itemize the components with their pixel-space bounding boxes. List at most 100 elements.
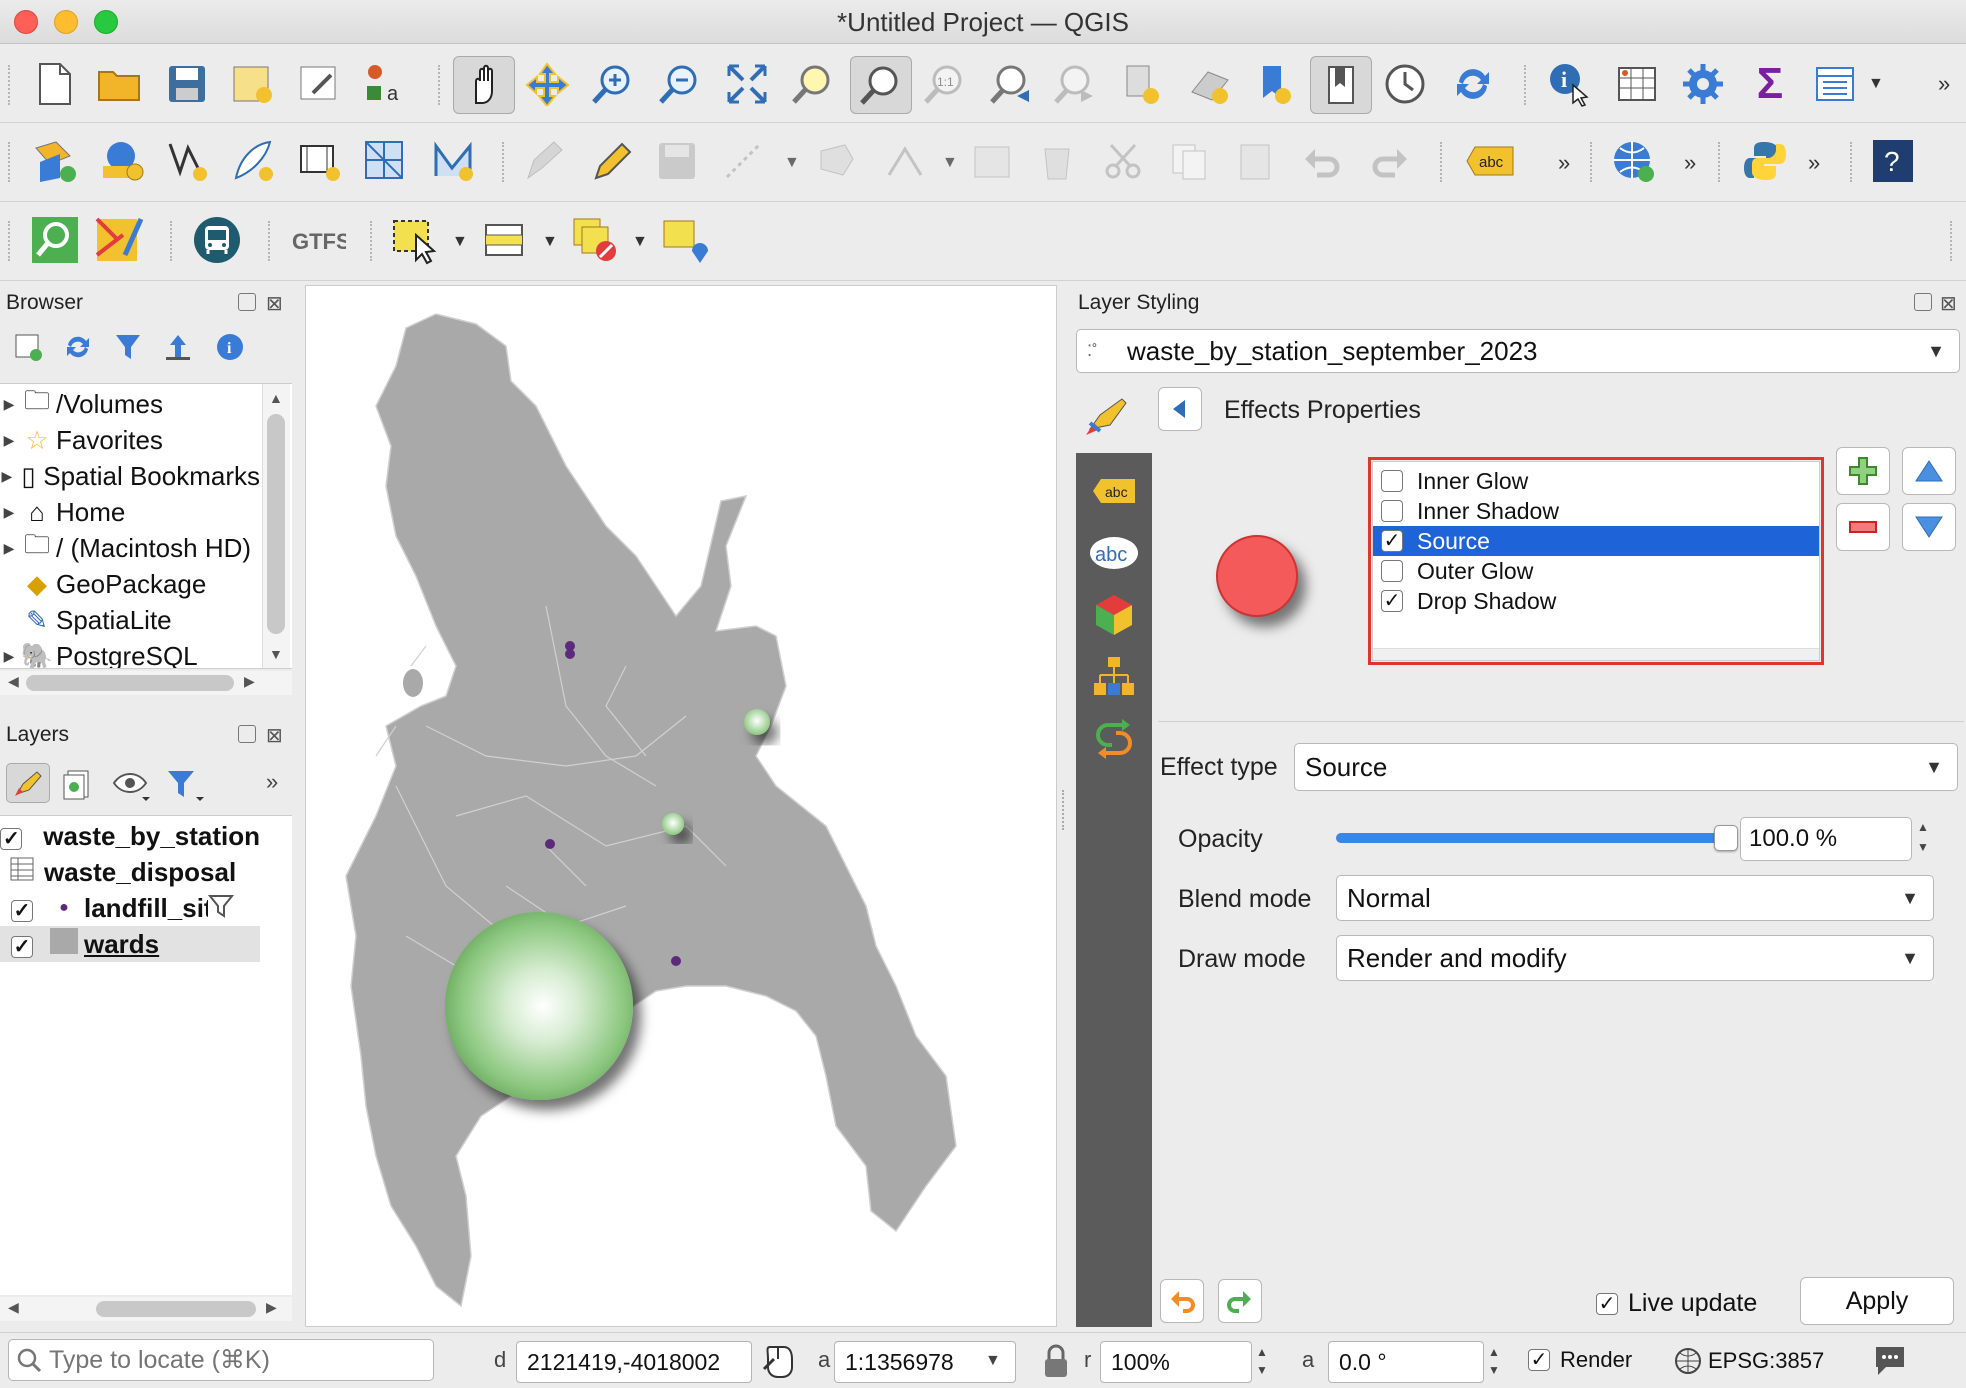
new-spatial-bookmark-icon[interactable] bbox=[1118, 59, 1168, 109]
toolbar-grip[interactable] bbox=[268, 221, 274, 261]
scroll-thumb[interactable] bbox=[26, 675, 234, 691]
layers-hscrollbar[interactable]: ◀ ▶ bbox=[0, 1297, 292, 1321]
render-toggle[interactable]: ✓ Render bbox=[1528, 1347, 1632, 1373]
scroll-thumb[interactable] bbox=[267, 414, 285, 634]
delete-selected-icon[interactable] bbox=[1032, 136, 1082, 186]
temporal-bookmark-icon[interactable] bbox=[1250, 59, 1300, 109]
back-button[interactable] bbox=[1158, 387, 1202, 431]
copy-features-icon[interactable] bbox=[1164, 136, 1214, 186]
locator-search-icon[interactable] bbox=[30, 215, 80, 265]
toolbar-grip[interactable] bbox=[1950, 221, 1956, 261]
deselect-all-icon[interactable] bbox=[570, 215, 620, 265]
render-checkbox[interactable]: ✓ bbox=[1528, 1349, 1550, 1371]
toolbar-overflow-icon[interactable]: » bbox=[1558, 150, 1570, 176]
filter-browser-icon[interactable] bbox=[112, 331, 144, 368]
close-panel-icon[interactable]: ⊠ bbox=[266, 291, 283, 316]
zoom-to-layer-icon[interactable] bbox=[850, 56, 912, 114]
zoom-to-selection-icon[interactable] bbox=[788, 59, 838, 109]
toolbar-overflow-icon[interactable]: » bbox=[1938, 71, 1950, 97]
digitize-line-icon[interactable] bbox=[718, 136, 768, 186]
layer-visibility-checkbox[interactable]: ✓ bbox=[11, 935, 33, 958]
rotation-field[interactable]: 0.0 ° bbox=[1328, 1341, 1484, 1383]
browser-item-spatialite[interactable]: ✎ SpatiaLite bbox=[0, 602, 260, 638]
float-panel-icon[interactable] bbox=[238, 725, 256, 743]
map-tips-icon[interactable] bbox=[1310, 56, 1372, 114]
effect-item-outer-glow[interactable]: Outer Glow bbox=[1373, 556, 1819, 586]
apply-button[interactable]: Apply bbox=[1800, 1277, 1954, 1325]
expand-arrow-icon[interactable]: ▶ bbox=[0, 648, 18, 665]
expand-arrow-icon[interactable]: ▶ bbox=[0, 396, 18, 413]
toolbar-grip[interactable] bbox=[1718, 142, 1724, 182]
toolbar-grip[interactable] bbox=[8, 221, 14, 261]
close-panel-icon[interactable]: ⊠ bbox=[266, 723, 283, 748]
public-transport-bus-icon[interactable] bbox=[192, 215, 242, 265]
toolbar-grip[interactable] bbox=[170, 221, 176, 261]
cut-features-icon[interactable] bbox=[1098, 136, 1148, 186]
chevron-down-icon[interactable]: ▼ bbox=[784, 154, 800, 172]
attributes-form-icon[interactable] bbox=[1810, 59, 1860, 109]
new-print-layout-icon[interactable] bbox=[228, 59, 278, 109]
expand-arrow-icon[interactable]: ▶ bbox=[0, 540, 18, 557]
select-by-attributes-icon[interactable] bbox=[480, 215, 530, 265]
digitize-feather-icon[interactable] bbox=[228, 136, 278, 186]
scroll-thumb[interactable] bbox=[96, 1301, 256, 1317]
layer-visibility-checkbox[interactable]: ✓ bbox=[11, 899, 33, 922]
toolbar-grip[interactable] bbox=[1850, 142, 1856, 182]
layer-item-waste-by-station[interactable]: ✓ waste_by_station bbox=[0, 818, 260, 854]
locator-search-field[interactable] bbox=[8, 1339, 434, 1381]
effect-checkbox[interactable]: ✓ bbox=[1381, 590, 1403, 612]
filter-indicator-icon[interactable] bbox=[207, 892, 235, 925]
live-update-toggle[interactable]: ✓ Live update bbox=[1596, 1289, 1757, 1318]
current-edits-icon[interactable] bbox=[520, 136, 570, 186]
expand-arrow-icon[interactable]: ▶ bbox=[0, 468, 14, 485]
scale-field[interactable]: 1:1356978 ▼ bbox=[834, 1341, 1016, 1383]
toggle-extents-mouse-icon[interactable] bbox=[760, 1343, 796, 1384]
properties-info-icon[interactable]: i bbox=[214, 331, 246, 368]
open-project-icon[interactable] bbox=[95, 59, 145, 109]
toolbar-grip[interactable] bbox=[370, 221, 376, 261]
map-pencil-icon[interactable] bbox=[95, 215, 145, 265]
zoom-next-icon[interactable] bbox=[1050, 59, 1100, 109]
add-web-service-icon[interactable] bbox=[97, 136, 147, 186]
label-abc-icon[interactable]: abc bbox=[1460, 136, 1520, 186]
toolbar-overflow-icon[interactable]: » bbox=[1808, 150, 1820, 176]
toolbar-overflow-icon[interactable]: » bbox=[266, 769, 278, 795]
float-panel-icon[interactable] bbox=[238, 293, 256, 311]
style-manager-icon[interactable]: a bbox=[360, 59, 410, 109]
redo-icon[interactable] bbox=[1364, 136, 1414, 186]
save-project-icon[interactable] bbox=[162, 59, 212, 109]
browser-item-home[interactable]: ▶ ⌂ Home bbox=[0, 494, 260, 530]
effect-checkbox[interactable] bbox=[1381, 560, 1403, 582]
style-paintbrush-icon[interactable] bbox=[1084, 393, 1130, 444]
toolbar-grip[interactable] bbox=[1440, 142, 1446, 182]
splitter-handle[interactable] bbox=[1062, 790, 1066, 830]
opacity-slider-handle[interactable] bbox=[1714, 825, 1738, 851]
add-polygon-icon[interactable] bbox=[810, 136, 860, 186]
browser-item-macintosh-hd[interactable]: ▶ 🗀 / (Macintosh HD) bbox=[0, 530, 260, 566]
browser-item-postgresql[interactable]: ▶ 🐘 PostgreSQL bbox=[0, 638, 260, 669]
browser-item-volumes[interactable]: ▶ 🗀/Volumes bbox=[0, 386, 260, 422]
magnifier-field[interactable]: 100% bbox=[1100, 1341, 1252, 1383]
pan-map-icon[interactable] bbox=[453, 56, 515, 114]
chevron-down-icon[interactable]: ▼ bbox=[452, 233, 468, 251]
browser-item-favorites[interactable]: ▶ ☆ Favorites bbox=[0, 422, 260, 458]
web-plugin-globe-icon[interactable] bbox=[1608, 136, 1658, 186]
zoom-last-icon[interactable] bbox=[986, 59, 1036, 109]
manage-map-themes-eye-icon[interactable] bbox=[112, 767, 152, 806]
select-by-location-icon[interactable] bbox=[660, 215, 710, 265]
zoom-native-icon[interactable]: 1:1 bbox=[920, 59, 970, 109]
filter-legend-icon[interactable] bbox=[166, 767, 206, 806]
toolbar-grip[interactable] bbox=[8, 142, 14, 182]
add-selected-layers-icon[interactable] bbox=[12, 331, 44, 368]
layer-item-waste-disposal[interactable]: waste_disposal bbox=[0, 854, 260, 890]
toolbar-grip[interactable] bbox=[438, 65, 444, 105]
diagrams-tab-icon[interactable] bbox=[1086, 649, 1142, 705]
collapse-all-icon[interactable] bbox=[162, 331, 194, 368]
close-panel-icon[interactable]: ⊠ bbox=[1940, 291, 1957, 316]
effect-item-inner-shadow[interactable]: Inner Shadow bbox=[1373, 496, 1819, 526]
save-edits-icon[interactable] bbox=[652, 136, 702, 186]
browser-item-spatial-bookmarks[interactable]: ▶ ▯ Spatial Bookmarks bbox=[0, 458, 260, 494]
effect-checkbox[interactable] bbox=[1381, 470, 1403, 492]
remove-effect-button[interactable] bbox=[1836, 503, 1890, 551]
open-layer-styling-icon[interactable] bbox=[6, 763, 50, 803]
